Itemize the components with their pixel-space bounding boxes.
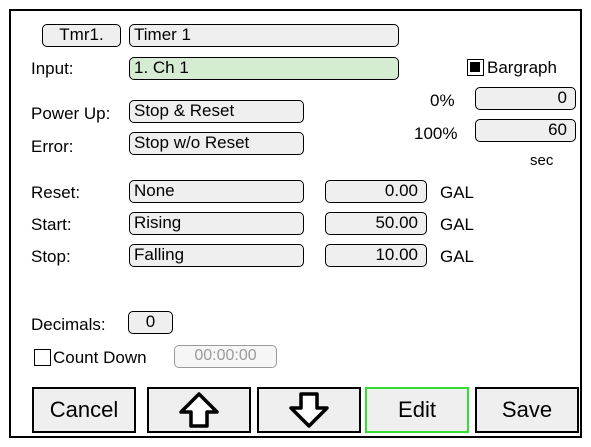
timer-select-button[interactable]: Tmr1. xyxy=(42,24,121,47)
start-mode-select[interactable]: Rising xyxy=(129,212,304,235)
count-down-checkbox[interactable] xyxy=(34,349,51,366)
power-up-select[interactable]: Stop & Reset xyxy=(129,100,304,123)
edit-button[interactable]: Edit xyxy=(365,387,469,433)
up-button[interactable] xyxy=(147,387,251,433)
arrow-down-icon xyxy=(289,392,329,428)
reset-label: Reset: xyxy=(31,183,81,202)
count-down-time-field[interactable]: 00:00:00 xyxy=(174,345,277,368)
scale-unit-label: sec xyxy=(530,152,554,169)
arrow-up-icon xyxy=(179,392,219,428)
error-select[interactable]: Stop w/o Reset xyxy=(129,132,304,155)
decimals-field[interactable]: 0 xyxy=(128,311,173,334)
input-label: Input: xyxy=(31,59,74,78)
start-label: Start: xyxy=(31,215,72,234)
bargraph-label: Bargraph xyxy=(487,58,557,77)
cancel-button[interactable]: Cancel xyxy=(32,387,136,433)
scale-high-field[interactable]: 60 xyxy=(475,119,576,142)
start-value-field[interactable]: 50.00 xyxy=(325,212,427,235)
scale-low-label: 0% xyxy=(430,91,455,110)
stop-value-field[interactable]: 10.00 xyxy=(325,244,427,267)
input-select[interactable]: 1. Ch 1 xyxy=(129,57,399,80)
power-up-label: Power Up: xyxy=(31,104,111,123)
scale-high-label: 100% xyxy=(414,124,458,143)
scale-low-field[interactable]: 0 xyxy=(475,87,576,110)
bargraph-checkbox[interactable] xyxy=(467,59,484,76)
decimals-label: Decimals: xyxy=(31,315,106,334)
reset-value-field[interactable]: 0.00 xyxy=(325,180,427,203)
save-button[interactable]: Save xyxy=(475,387,579,433)
stop-unit-label: GAL xyxy=(440,247,475,266)
reset-unit-label: GAL xyxy=(440,183,475,202)
reset-mode-select[interactable]: None xyxy=(129,180,304,203)
timer-setup-screen: Tmr1. Timer 1 Input: 1. Ch 1 Bargraph 0%… xyxy=(9,9,582,438)
stop-label: Stop: xyxy=(31,247,71,266)
error-label: Error: xyxy=(31,137,74,156)
down-button[interactable] xyxy=(257,387,361,433)
count-down-label: Count Down xyxy=(53,348,147,367)
start-unit-label: GAL xyxy=(440,215,475,234)
stop-mode-select[interactable]: Falling xyxy=(129,244,304,267)
timer-name-field[interactable]: Timer 1 xyxy=(129,24,399,47)
